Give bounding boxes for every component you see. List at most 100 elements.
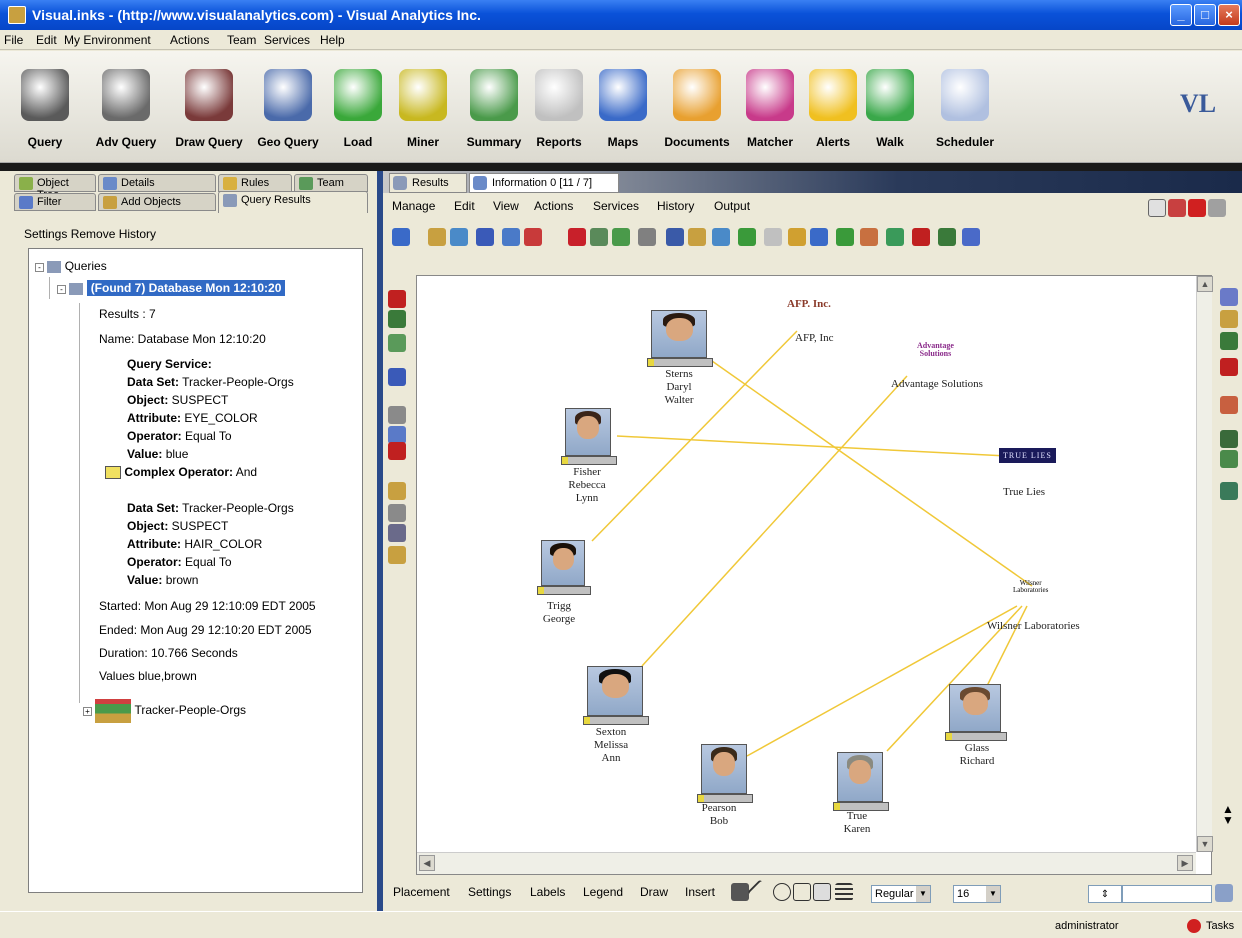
toolbar-button-summary[interactable]: Summary	[455, 51, 533, 163]
ellipse-icon[interactable]	[773, 883, 791, 901]
pencil-icon[interactable]	[388, 310, 406, 328]
target-icon[interactable]	[388, 290, 406, 308]
clusters-icon[interactable]	[810, 228, 828, 246]
menu-manage[interactable]: Manage	[392, 199, 435, 213]
expand-icon[interactable]: +	[83, 707, 92, 717]
tasks-icon[interactable]	[1187, 919, 1201, 933]
toolbar-button-geo-query[interactable]: Geo Query	[248, 51, 328, 163]
print-icon[interactable]	[666, 228, 684, 246]
org-label[interactable]: True Lies	[1003, 486, 1045, 499]
note-icon[interactable]	[388, 334, 406, 352]
tab-rules[interactable]: Rules	[218, 174, 292, 192]
highlight-icon[interactable]	[860, 228, 878, 246]
tab-query-results[interactable]: Query Results	[218, 191, 368, 213]
graph-canvas[interactable]: Sterns Daryl Walter Fisher Rebecca Lynn Tr…	[416, 275, 1212, 875]
tree-query-node[interactable]: - (Found 7) Database Mon 12:10:20	[57, 280, 286, 296]
color-icon[interactable]	[612, 228, 630, 246]
toolbar-button-reports[interactable]: Reports	[528, 51, 590, 163]
search-icon[interactable]	[1215, 884, 1233, 902]
toolbar-button-miner[interactable]: Miner	[395, 51, 451, 163]
toolbar-button-load[interactable]: Load	[330, 51, 386, 163]
menu-file[interactable]: File	[4, 33, 23, 47]
selected-query-label[interactable]: (Found 7) Database Mon 12:10:20	[86, 280, 286, 296]
toolbar-button-draw-query[interactable]: Draw Query	[166, 51, 252, 163]
person-photo[interactable]	[701, 744, 747, 794]
menu-labels[interactable]: Labels	[530, 885, 565, 899]
tab-results[interactable]: Results	[389, 173, 467, 193]
tree-ended[interactable]: Ended: Mon Aug 29 12:10:20 EDT 2005	[99, 623, 312, 637]
copy-icon[interactable]	[388, 524, 406, 542]
org-label[interactable]: Advantage Solutions	[891, 378, 983, 391]
tab-details[interactable]: Details	[98, 174, 216, 192]
close-view-icon[interactable]	[1188, 199, 1206, 217]
tree-values[interactable]: Values blue,brown	[99, 669, 197, 683]
toolbar-button-adv-query[interactable]: Adv Query	[86, 51, 166, 163]
restore-icon[interactable]	[1168, 199, 1186, 217]
menu-services[interactable]: Services	[593, 199, 639, 213]
tree-name[interactable]: Name: Database Mon 12:10:20	[99, 332, 266, 346]
person-photo[interactable]	[837, 752, 883, 802]
menu-team[interactable]: Team	[227, 33, 256, 47]
person-photo[interactable]	[651, 310, 707, 358]
person-photo[interactable]	[949, 684, 1001, 732]
link-icon[interactable]	[524, 228, 542, 246]
save-icon[interactable]	[388, 368, 406, 386]
zoom-icon[interactable]	[476, 228, 494, 246]
tree-results[interactable]: Results : 7	[99, 307, 156, 321]
person-label[interactable]: Sexton Melissa Ann	[581, 726, 641, 765]
toolbar-button-alerts[interactable]: Alerts	[808, 51, 858, 163]
tasks-label[interactable]: Tasks	[1206, 920, 1234, 932]
image-icon[interactable]	[813, 883, 831, 901]
eraser-icon[interactable]	[1208, 199, 1226, 217]
person-photo[interactable]	[541, 540, 585, 586]
toolbar-button-walk[interactable]: Walk	[865, 51, 915, 163]
person-photo[interactable]	[587, 666, 643, 716]
org-label[interactable]: Wilsner Laboratories	[987, 620, 1080, 633]
walk-icon[interactable]	[938, 228, 956, 246]
menu-actions[interactable]: Actions	[534, 199, 573, 213]
tab-add-objects[interactable]: Add Objects	[98, 193, 216, 211]
line-icon[interactable]	[747, 879, 773, 905]
zoom-box-icon[interactable]	[450, 228, 468, 246]
tab-team[interactable]: Team	[294, 174, 368, 192]
time-icon[interactable]	[1220, 396, 1238, 414]
toolbar-button-query[interactable]: Query	[10, 51, 80, 163]
menu-view[interactable]: View	[493, 199, 519, 213]
cube-icon[interactable]	[1220, 310, 1238, 328]
scroll-down-button[interactable]: ▼	[1197, 836, 1213, 852]
minimize-icon[interactable]: _	[1170, 4, 1192, 26]
menu-my-environment[interactable]: My Environment	[64, 33, 151, 47]
tree-duration[interactable]: Duration: 10.766 Seconds	[99, 646, 238, 660]
image-icon[interactable]	[388, 406, 406, 424]
hierarchy-icon[interactable]	[962, 228, 980, 246]
rectangle-icon[interactable]	[793, 883, 811, 901]
zoom-slider-icon[interactable]: ▲ ▼	[1222, 803, 1242, 826]
expand-icon[interactable]	[712, 228, 730, 246]
network-icon[interactable]	[886, 228, 904, 246]
toolbar-button-matcher[interactable]: Matcher	[740, 51, 800, 163]
line-weight-icon[interactable]	[835, 883, 853, 901]
menu-edit[interactable]: Edit	[454, 199, 475, 213]
scroll-up-button[interactable]: ▲	[1197, 276, 1213, 292]
chevron-down-icon[interactable]: ▼	[986, 886, 1000, 902]
walk-icon[interactable]	[1220, 450, 1238, 468]
eraser-icon[interactable]	[388, 482, 406, 500]
paste-icon[interactable]	[388, 546, 406, 564]
font-size-select[interactable]: 16 ▼	[953, 885, 1001, 903]
stop-icon[interactable]	[912, 228, 930, 246]
vertical-scrollbar[interactable]: ▲ ▼	[1196, 276, 1213, 852]
undo-icon[interactable]	[568, 228, 586, 246]
menu-settings[interactable]: Settings	[468, 885, 511, 899]
person-label[interactable]: Sterns Daryl Walter	[649, 368, 709, 407]
person-label[interactable]: Pearson Bob	[689, 802, 749, 828]
tree-started[interactable]: Started: Mon Aug 29 12:10:09 EDT 2005	[99, 599, 316, 613]
refresh-icon[interactable]	[502, 228, 520, 246]
search-field[interactable]	[1122, 885, 1212, 903]
menu-actions[interactable]: Actions	[170, 33, 209, 47]
network-icon[interactable]	[1220, 288, 1238, 306]
menu-help[interactable]: Help	[320, 33, 345, 47]
collapse-icon[interactable]: -	[35, 263, 44, 272]
menu-draw[interactable]: Draw	[640, 885, 668, 899]
toolbar-button-scheduler[interactable]: Scheduler	[925, 51, 1005, 163]
splitter[interactable]	[377, 171, 383, 911]
